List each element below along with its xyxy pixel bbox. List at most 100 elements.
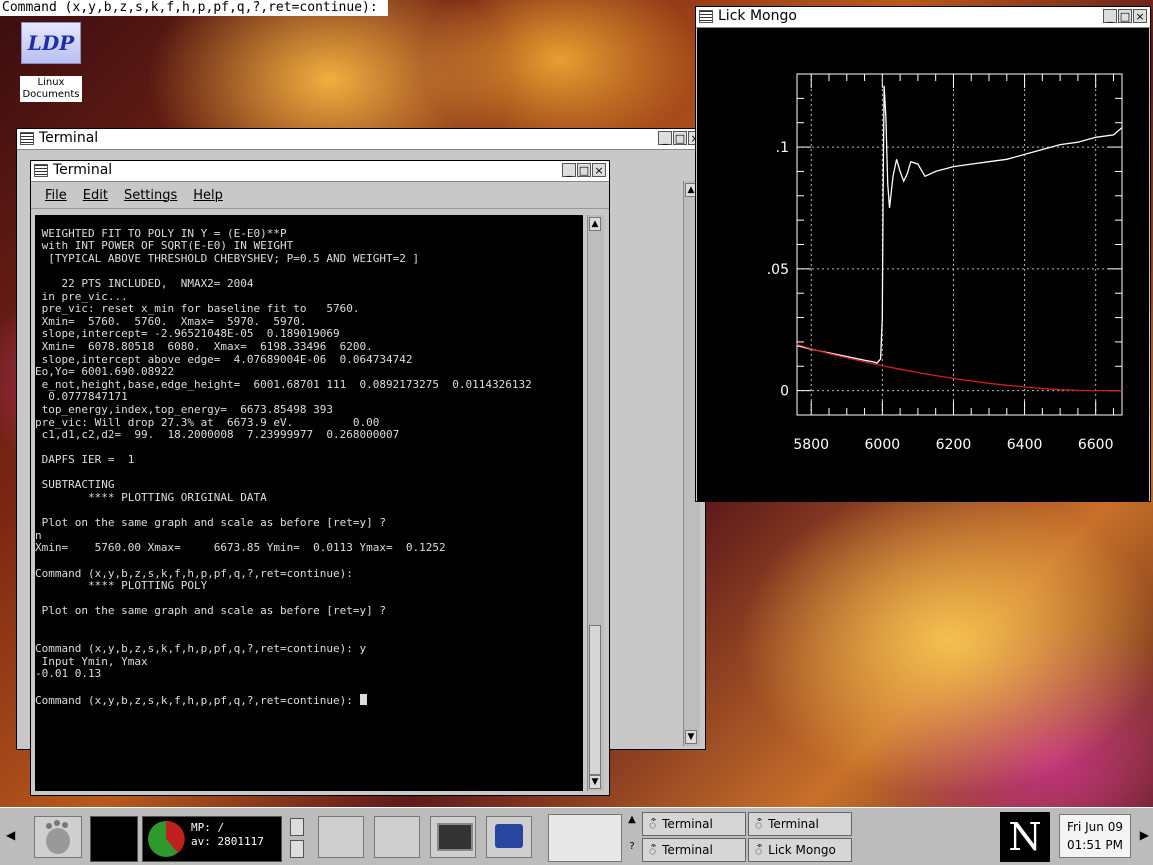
lick-mongo-titlebar[interactable]: Lick Mongo _ □ × — [696, 7, 1150, 28]
menu-file[interactable]: File — [45, 188, 67, 203]
terminal-line: [TYPICAL ABOVE THRESHOLD CHEBYSHEV; P=0.… — [35, 251, 420, 265]
menu-edit[interactable]: Edit — [83, 188, 108, 203]
desktop-pager[interactable] — [548, 814, 622, 862]
gnome-help-icon[interactable] — [318, 816, 364, 858]
terminal-line: Input Ymin, Ymax — [35, 654, 148, 668]
scroll-down-arrow-icon[interactable]: ▼ — [589, 775, 601, 789]
maximize-button[interactable]: □ — [1118, 9, 1132, 23]
terminal-scrollbar[interactable]: ▲ ▼ — [587, 215, 604, 791]
terminal-line: Plot on the same graph and scale as befo… — [35, 516, 386, 530]
text-editor-icon[interactable] — [374, 816, 420, 858]
terminal-title: Terminal — [53, 162, 113, 178]
terminal-task-icon: ऀ — [649, 843, 657, 858]
system-monitor-applet[interactable]: MP: / av: 2801117 — [142, 816, 282, 862]
terminal-output[interactable]: WEIGHTED FIT TO POLY IN Y = (E-E0)**P wi… — [35, 215, 583, 791]
terminal-window[interactable]: Terminal _ □ × File Edit Settings Help W… — [30, 160, 610, 796]
x-tick-label: 6200 — [936, 437, 972, 453]
pager-applet[interactable] — [90, 816, 138, 862]
terminal-prompt-line: Command (x,y,b,z,s,k,f,h,p,pf,q,?,ret=co… — [35, 693, 583, 708]
terminal-back-titlebar[interactable]: Terminal _ □ × — [17, 129, 705, 150]
disk-usage-pie-icon — [148, 820, 185, 857]
terminal-menubar: File Edit Settings Help — [31, 182, 609, 209]
monitor-line1: MP: / — [191, 821, 225, 834]
maximize-button[interactable]: □ — [577, 163, 591, 177]
terminal-line: Eo,Yo= 6001.690.08922 — [35, 365, 175, 379]
y-tick-label: .05 — [767, 262, 789, 278]
terminal-line: DAPFS IER = 1 — [35, 453, 135, 467]
terminal-line: Command (x,y,b,z,s,k,f,h,p,pf,q,?,ret=co… — [35, 642, 367, 656]
y-tick-label: 0 — [780, 384, 789, 400]
menu-settings[interactable]: Settings — [124, 188, 177, 203]
x-tick-label: 5800 — [793, 437, 829, 453]
taskbar-left-arrow-icon[interactable]: ◀ — [6, 828, 16, 842]
terminal-task-icon: ऀ — [755, 817, 763, 832]
terminal-line: top_energy,index,top_energy= 6673.85498 … — [35, 402, 334, 416]
terminal-line: Xmin= 5760.00 Xmax= 6673.85 Ymin= 0.0113… — [35, 541, 446, 555]
scroll-up-arrow-icon[interactable]: ▲ — [589, 217, 601, 231]
task-button-terminal-1[interactable]: ऀ Terminal — [642, 812, 746, 836]
gnome-foot-menu-icon[interactable] — [34, 816, 82, 858]
command-line-strip: Command (x,y,b,z,s,k,f,h,p,pf,q,?,ret=co… — [0, 0, 388, 16]
terminal-line: Xmin= 6078.80518 6080. Xmax= 6198.33496 … — [35, 339, 373, 353]
poly-fit-series-line — [796, 343, 1122, 392]
clock-date: Fri Jun 09 — [1067, 820, 1123, 834]
netscape-icon[interactable]: N — [1000, 812, 1050, 862]
terminal-task-icon: ऀ — [649, 817, 657, 832]
terminal-line: 22 PTS INCLUDED, NMAX2= 2004 — [35, 276, 254, 290]
data-series-line — [796, 85, 1123, 364]
terminal-line: Plot on the same graph and scale as befo… — [35, 604, 386, 618]
tasklist-arrows[interactable]: ▲? — [624, 814, 640, 860]
terminal-line: **** PLOTTING POLY — [35, 579, 208, 593]
terminal-line: c1,d1,c2,d2= 99. 18.2000008 7.23999977 0… — [35, 428, 400, 442]
taskbar: ◀ MP: / av: 2801117 ▲? ऀ Terminal ऀ Termin… — [0, 807, 1153, 865]
taskbar-right-arrow-icon[interactable]: ▶ — [1140, 828, 1149, 842]
tasklist-up-arrow-icon[interactable]: ▲ — [624, 814, 640, 825]
terminal-titlebar[interactable]: Terminal _ □ × — [31, 161, 609, 182]
task-label: Terminal — [662, 817, 713, 831]
drawer-icon[interactable] — [290, 818, 306, 858]
terminal-launcher-icon[interactable] — [430, 816, 476, 858]
monitor-line2: av: 2801117 — [191, 835, 264, 848]
task-button-terminal-2[interactable]: ऀ Terminal — [748, 812, 852, 836]
clock-applet[interactable]: Fri Jun 09 01:51 PM — [1059, 814, 1131, 858]
menu-help[interactable]: Help — [193, 188, 223, 203]
tasklist-help-icon[interactable]: ? — [624, 841, 640, 852]
clock-time: 01:51 PM — [1067, 838, 1123, 852]
lick-mongo-window[interactable]: Lick Mongo _ □ × 5800 6000 6200 6400 6600 .1.… — [695, 6, 1151, 502]
task-button-terminal-3[interactable]: ऀ Terminal — [642, 838, 746, 862]
desktop-icon-label: Linux Documents — [20, 76, 82, 102]
x-tick-label: 6400 — [1007, 437, 1043, 453]
desktop-icon-label-line1: Linux — [37, 77, 65, 88]
plot-frame — [796, 73, 1123, 416]
terminal-line: with INT POWER OF SQRT(E-E0) IN WEIGHT — [35, 239, 294, 253]
window-menu-icon[interactable] — [699, 10, 713, 23]
task-label: Terminal — [662, 843, 713, 857]
scroll-thumb[interactable] — [589, 625, 601, 775]
terminal-line: **** PLOTTING ORIGINAL DATA — [35, 491, 267, 505]
terminal-task-icon: ऀ — [755, 843, 763, 858]
maximize-button[interactable]: □ — [673, 131, 687, 145]
close-button[interactable]: × — [592, 163, 606, 177]
x-tick-label: 6600 — [1078, 437, 1114, 453]
x-tick-label: 6000 — [865, 437, 901, 453]
terminal-back-title: Terminal — [39, 130, 99, 146]
minimize-button[interactable]: _ — [562, 163, 576, 177]
lick-mongo-title: Lick Mongo — [718, 8, 797, 24]
scroll-down-arrow-icon[interactable]: ▼ — [685, 730, 697, 744]
terminal-prompt: Command (x,y,b,z,s,k,f,h,p,pf,q,?,ret=co… — [35, 693, 360, 707]
close-button[interactable]: × — [1133, 9, 1147, 23]
window-menu-icon[interactable] — [20, 132, 34, 145]
terminal-line: pre_vic: reset x_min for baseline fit to… — [35, 302, 360, 316]
window-menu-icon[interactable] — [34, 164, 48, 177]
terminal-cursor — [359, 693, 367, 705]
screensaver-icon[interactable] — [486, 816, 532, 858]
minimize-button[interactable]: _ — [658, 131, 672, 145]
desktop-icon-linux-documents[interactable]: LDP Linux Documents — [6, 22, 96, 102]
task-button-lick-mongo[interactable]: ऀ Lick Mongo — [748, 838, 852, 862]
minimize-button[interactable]: _ — [1103, 9, 1117, 23]
